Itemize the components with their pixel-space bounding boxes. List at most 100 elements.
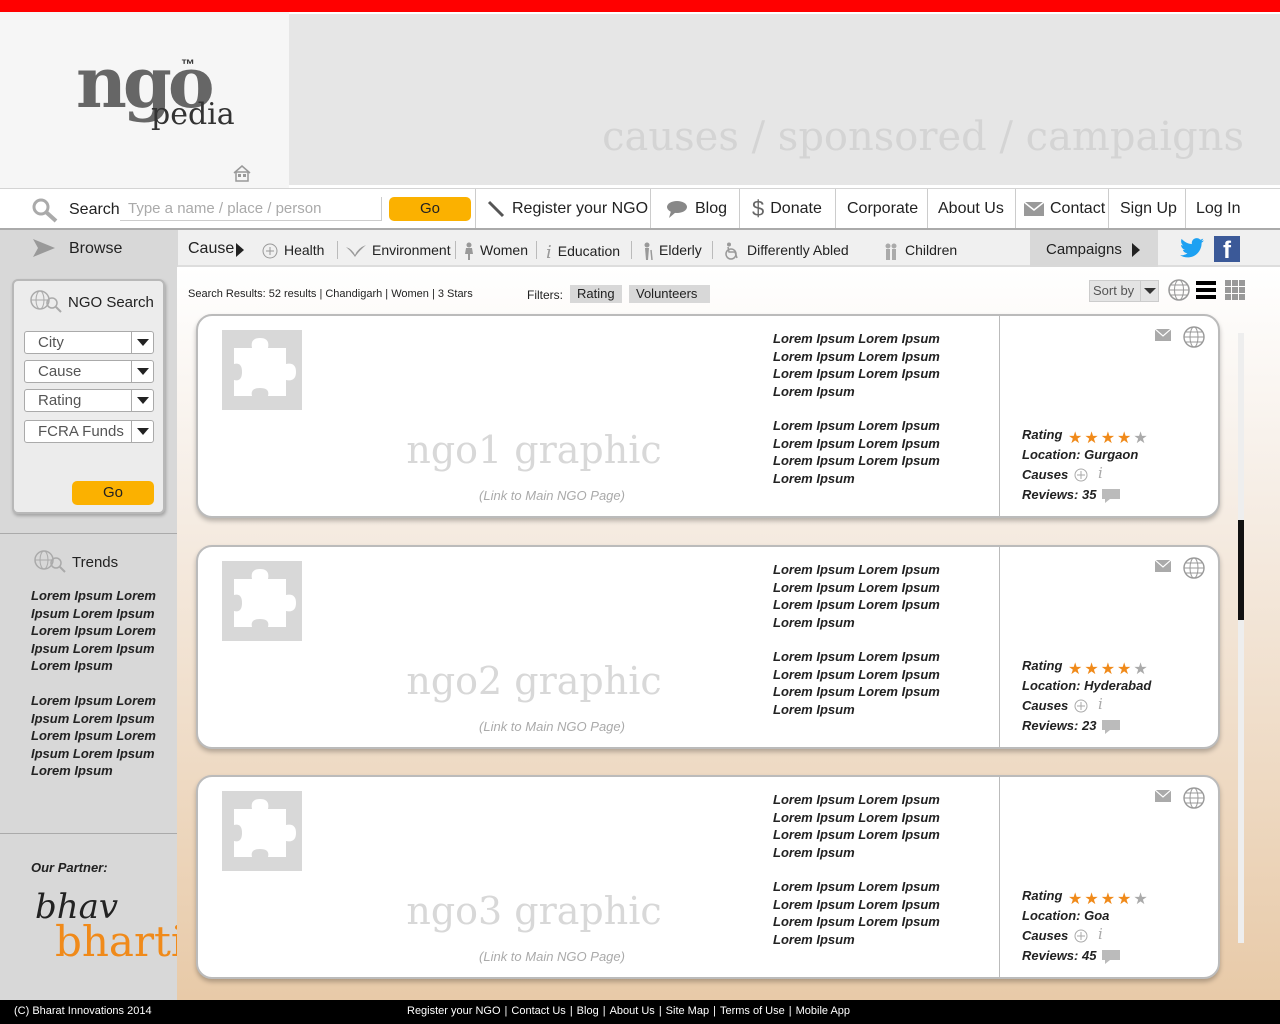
category-education[interactable]: i Education bbox=[546, 242, 620, 263]
globe-icon[interactable] bbox=[1183, 326, 1205, 348]
nav-donate[interactable]: $ Donate bbox=[739, 189, 836, 229]
info-icon[interactable]: i bbox=[1098, 464, 1103, 482]
category-health[interactable]: Health bbox=[262, 242, 324, 259]
ngo-page-link[interactable]: (Link to Main NGO Page) bbox=[198, 719, 906, 734]
chevron-down-icon bbox=[131, 361, 153, 382]
search-icon bbox=[32, 198, 58, 223]
globe-icon[interactable] bbox=[1183, 557, 1205, 579]
globe-view-icon[interactable] bbox=[1167, 278, 1191, 302]
plus-circle-icon[interactable] bbox=[1074, 929, 1088, 943]
cause-label[interactable]: Cause bbox=[188, 240, 234, 258]
star-filled-icon: ★ bbox=[1100, 661, 1116, 678]
footer-link-mobile-app[interactable]: Mobile App bbox=[796, 1005, 850, 1017]
sort-by-select[interactable]: Sort by bbox=[1089, 280, 1159, 302]
results-summary: Search Results: 52 results | Chandigarh … bbox=[188, 288, 473, 300]
mail-icon[interactable] bbox=[1155, 560, 1171, 572]
facebook-icon[interactable]: f bbox=[1214, 236, 1240, 264]
grid-view-icon[interactable] bbox=[1225, 280, 1245, 300]
chevron-down-icon bbox=[131, 421, 153, 442]
comment-icon[interactable] bbox=[1102, 950, 1120, 964]
scrollbar-track[interactable] bbox=[1238, 333, 1244, 943]
puzzle-icon bbox=[234, 799, 296, 857]
nav-sign-up[interactable]: Sign Up bbox=[1108, 189, 1185, 229]
twitter-icon[interactable] bbox=[1180, 238, 1204, 258]
ngo-card[interactable]: ngo2 graphic (Link to Main NGO Page) Lor… bbox=[196, 545, 1220, 749]
search-go-button[interactable]: Go bbox=[389, 197, 471, 221]
ngo-image-placeholder[interactable] bbox=[222, 330, 302, 410]
ngo-description: Lorem Ipsum Lorem Ipsum Lorem Ipsum Lore… bbox=[773, 879, 940, 947]
search-input[interactable] bbox=[120, 197, 382, 221]
ngo-search-go-button[interactable]: Go bbox=[72, 481, 154, 505]
trend-item[interactable]: Lorem Ipsum Lorem Ipsum Lorem Ipsum Lore… bbox=[31, 692, 161, 780]
ngo-card[interactable]: ngo1 graphic (Link to Main NGO Page) Lor… bbox=[196, 314, 1220, 518]
star-filled-icon: ★ bbox=[1084, 891, 1099, 908]
ngo-graphic-label: ngo3 graphic bbox=[406, 889, 662, 933]
globe-search-icon bbox=[30, 290, 62, 313]
footer-link-terms-of-use[interactable]: Terms of Use bbox=[720, 1005, 785, 1017]
mail-icon bbox=[1024, 201, 1044, 216]
nav-sign-up-label: Sign Up bbox=[1120, 200, 1177, 217]
plus-circle-icon[interactable] bbox=[1074, 699, 1088, 713]
sort-by-label: Sort by bbox=[1093, 283, 1135, 298]
cause-select[interactable]: Cause bbox=[24, 360, 154, 383]
trend-item[interactable]: Lorem Ipsum Lorem Ipsum Lorem Ipsum Lore… bbox=[31, 587, 161, 675]
footer-link-about-us[interactable]: About Us bbox=[610, 1005, 655, 1017]
nav-corporate[interactable]: Corporate bbox=[835, 189, 927, 229]
top-accent-bar bbox=[0, 0, 1280, 12]
nav-log-in[interactable]: Log In bbox=[1185, 189, 1280, 229]
ngo-location: Location: Gurgaon bbox=[1022, 447, 1139, 462]
ngo-description: Lorem Ipsum Lorem Ipsum Lorem Ipsum Lore… bbox=[773, 331, 940, 399]
nav-blog[interactable]: Blog bbox=[650, 189, 739, 229]
scrollbar-thumb[interactable] bbox=[1238, 520, 1244, 620]
filter-rating-chip[interactable]: Rating bbox=[570, 285, 622, 303]
ngo-search-panel: NGO Search City Cause Rating FCRA Funds … bbox=[12, 279, 165, 514]
footer-link-site-map[interactable]: Site Map bbox=[666, 1005, 709, 1017]
ngo-card[interactable]: ngo3 graphic (Link to Main NGO Page) Lor… bbox=[196, 775, 1220, 979]
dollar-icon: $ bbox=[752, 196, 765, 221]
nav-contact[interactable]: Contact bbox=[1015, 189, 1108, 229]
city-select[interactable]: City bbox=[24, 331, 154, 354]
ngo-search-title: NGO Search bbox=[68, 294, 154, 311]
category-health-label: Health bbox=[284, 242, 325, 258]
category-women[interactable]: Women bbox=[464, 242, 528, 261]
rating-select[interactable]: Rating bbox=[24, 389, 154, 412]
nav-about-us[interactable]: About Us bbox=[927, 189, 1015, 229]
mail-icon[interactable] bbox=[1155, 790, 1171, 802]
star-filled-icon: ★ bbox=[1084, 661, 1099, 678]
browse-button[interactable]: Browse bbox=[0, 230, 178, 267]
ngo-image-placeholder[interactable] bbox=[222, 791, 302, 871]
comment-icon[interactable] bbox=[1102, 720, 1120, 734]
footer-link-blog[interactable]: Blog bbox=[577, 1005, 599, 1017]
plus-circle-icon[interactable] bbox=[1074, 468, 1088, 482]
globe-icon[interactable] bbox=[1183, 787, 1205, 809]
category-children[interactable]: Children bbox=[883, 242, 957, 261]
rating-label: Rating bbox=[1022, 427, 1063, 442]
footer-separator: | bbox=[788, 1005, 792, 1017]
category-elderly[interactable]: Elderly bbox=[641, 242, 702, 261]
search-label: Search bbox=[69, 201, 120, 218]
list-view-icon[interactable] bbox=[1196, 280, 1216, 300]
category-differently-abled[interactable]: Differently Abled bbox=[723, 242, 849, 261]
fcra-funds-select[interactable]: FCRA Funds bbox=[24, 420, 154, 443]
comment-icon[interactable] bbox=[1102, 489, 1120, 503]
sidebar-divider bbox=[0, 533, 177, 534]
footer-link-register-ngo[interactable]: Register your NGO bbox=[407, 1005, 501, 1017]
campaigns-button[interactable]: Campaigns bbox=[1030, 230, 1158, 267]
category-divider bbox=[712, 241, 713, 259]
info-icon[interactable]: i bbox=[1098, 695, 1103, 713]
info-icon[interactable]: i bbox=[1098, 925, 1103, 943]
filter-volunteers-chip[interactable]: Volunteers bbox=[629, 285, 710, 303]
home-icon[interactable] bbox=[232, 164, 252, 182]
nav-register-ngo[interactable]: Register your NGO bbox=[475, 189, 650, 229]
cause-arrow-icon[interactable] bbox=[236, 243, 244, 257]
ngo-page-link[interactable]: (Link to Main NGO Page) bbox=[198, 949, 906, 964]
star-filled-icon: ★ bbox=[1100, 430, 1116, 447]
ngo-page-link[interactable]: (Link to Main NGO Page) bbox=[198, 488, 906, 503]
ngo-image-placeholder[interactable] bbox=[222, 561, 302, 641]
mail-icon[interactable] bbox=[1155, 329, 1171, 341]
partner-logo-bharti: bharti bbox=[55, 917, 185, 966]
category-environment[interactable]: Environment bbox=[346, 242, 451, 259]
banner[interactable]: causes / sponsored / campaigns bbox=[289, 14, 1280, 185]
footer-separator: | bbox=[504, 1005, 508, 1017]
footer-link-contact-us[interactable]: Contact Us bbox=[511, 1005, 565, 1017]
